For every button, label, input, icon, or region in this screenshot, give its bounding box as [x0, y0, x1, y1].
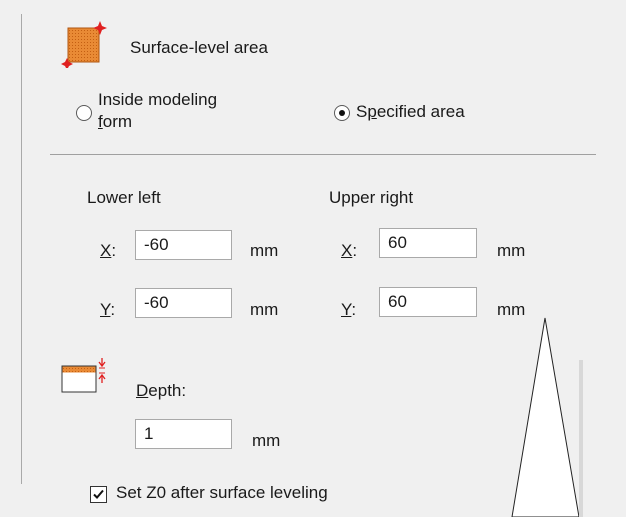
- callout-pointer: [511, 317, 583, 517]
- radio-inside-modeling-form[interactable]: Inside modeling form: [76, 90, 276, 136]
- depth-input[interactable]: 1: [135, 419, 232, 449]
- set-z0-checkbox[interactable]: Set Z0 after surface leveling: [90, 483, 400, 507]
- surface-section-title: Surface-level area: [130, 38, 268, 57]
- radio-inside-label-rest: orm: [102, 112, 133, 131]
- radio-inside-label-line2: form: [98, 112, 132, 132]
- mnemonic-p: p: [367, 102, 377, 121]
- lower-left-y-label: Y:: [100, 300, 115, 320]
- check-icon: [93, 489, 104, 499]
- lower-left-x-input[interactable]: -60: [135, 230, 232, 260]
- mnemonic-x-upper: X: [341, 241, 353, 260]
- colon: :: [110, 300, 116, 319]
- depth-label: Depth:: [136, 381, 186, 401]
- upper-right-x-input[interactable]: 60: [379, 228, 477, 258]
- upper-right-x-label: X:: [341, 241, 357, 261]
- lower-left-y-input[interactable]: -60: [135, 288, 232, 318]
- radio-specified-area[interactable]: Specified area: [334, 102, 534, 126]
- mnemonic-d: D: [136, 381, 149, 400]
- section-separator: [50, 154, 596, 155]
- upper-right-y-input[interactable]: 60: [379, 287, 477, 317]
- set-z0-checkbox-box[interactable]: [90, 486, 107, 503]
- mnemonic-y-lower: Y: [100, 300, 111, 319]
- upper-right-heading: Upper right: [329, 188, 414, 207]
- radio-inside-indicator[interactable]: [76, 105, 92, 121]
- colon: :: [352, 241, 358, 260]
- lower-left-y-unit: mm: [250, 300, 279, 319]
- radio-specified-indicator[interactable]: [334, 105, 350, 121]
- upper-right-x-unit: mm: [497, 241, 526, 260]
- surface-area-icon: [60, 18, 110, 70]
- colon: :: [111, 241, 117, 260]
- depth-unit: mm: [252, 431, 281, 450]
- set-z0-label: Set Z0 after surface leveling: [116, 483, 328, 502]
- colon: :: [351, 300, 357, 319]
- lower-left-x-unit: mm: [250, 241, 279, 260]
- depth-label-rest: epth:: [148, 381, 187, 400]
- upper-right-y-unit: mm: [497, 300, 526, 319]
- radio-specified-label: Specified area: [356, 102, 465, 122]
- depth-icon: [60, 356, 110, 396]
- upper-right-y-label: Y:: [341, 300, 356, 320]
- panel-left-border: [21, 14, 22, 484]
- radio-specified-prefix: S: [356, 102, 368, 121]
- mnemonic-y-upper: Y: [341, 300, 352, 319]
- mnemonic-x-lower: X: [100, 241, 112, 260]
- radio-inside-label-line1: Inside modeling: [98, 90, 218, 109]
- lower-left-x-label: X:: [100, 241, 116, 261]
- lower-left-heading: Lower left: [87, 188, 161, 207]
- radio-specified-rest: ecified area: [376, 102, 465, 121]
